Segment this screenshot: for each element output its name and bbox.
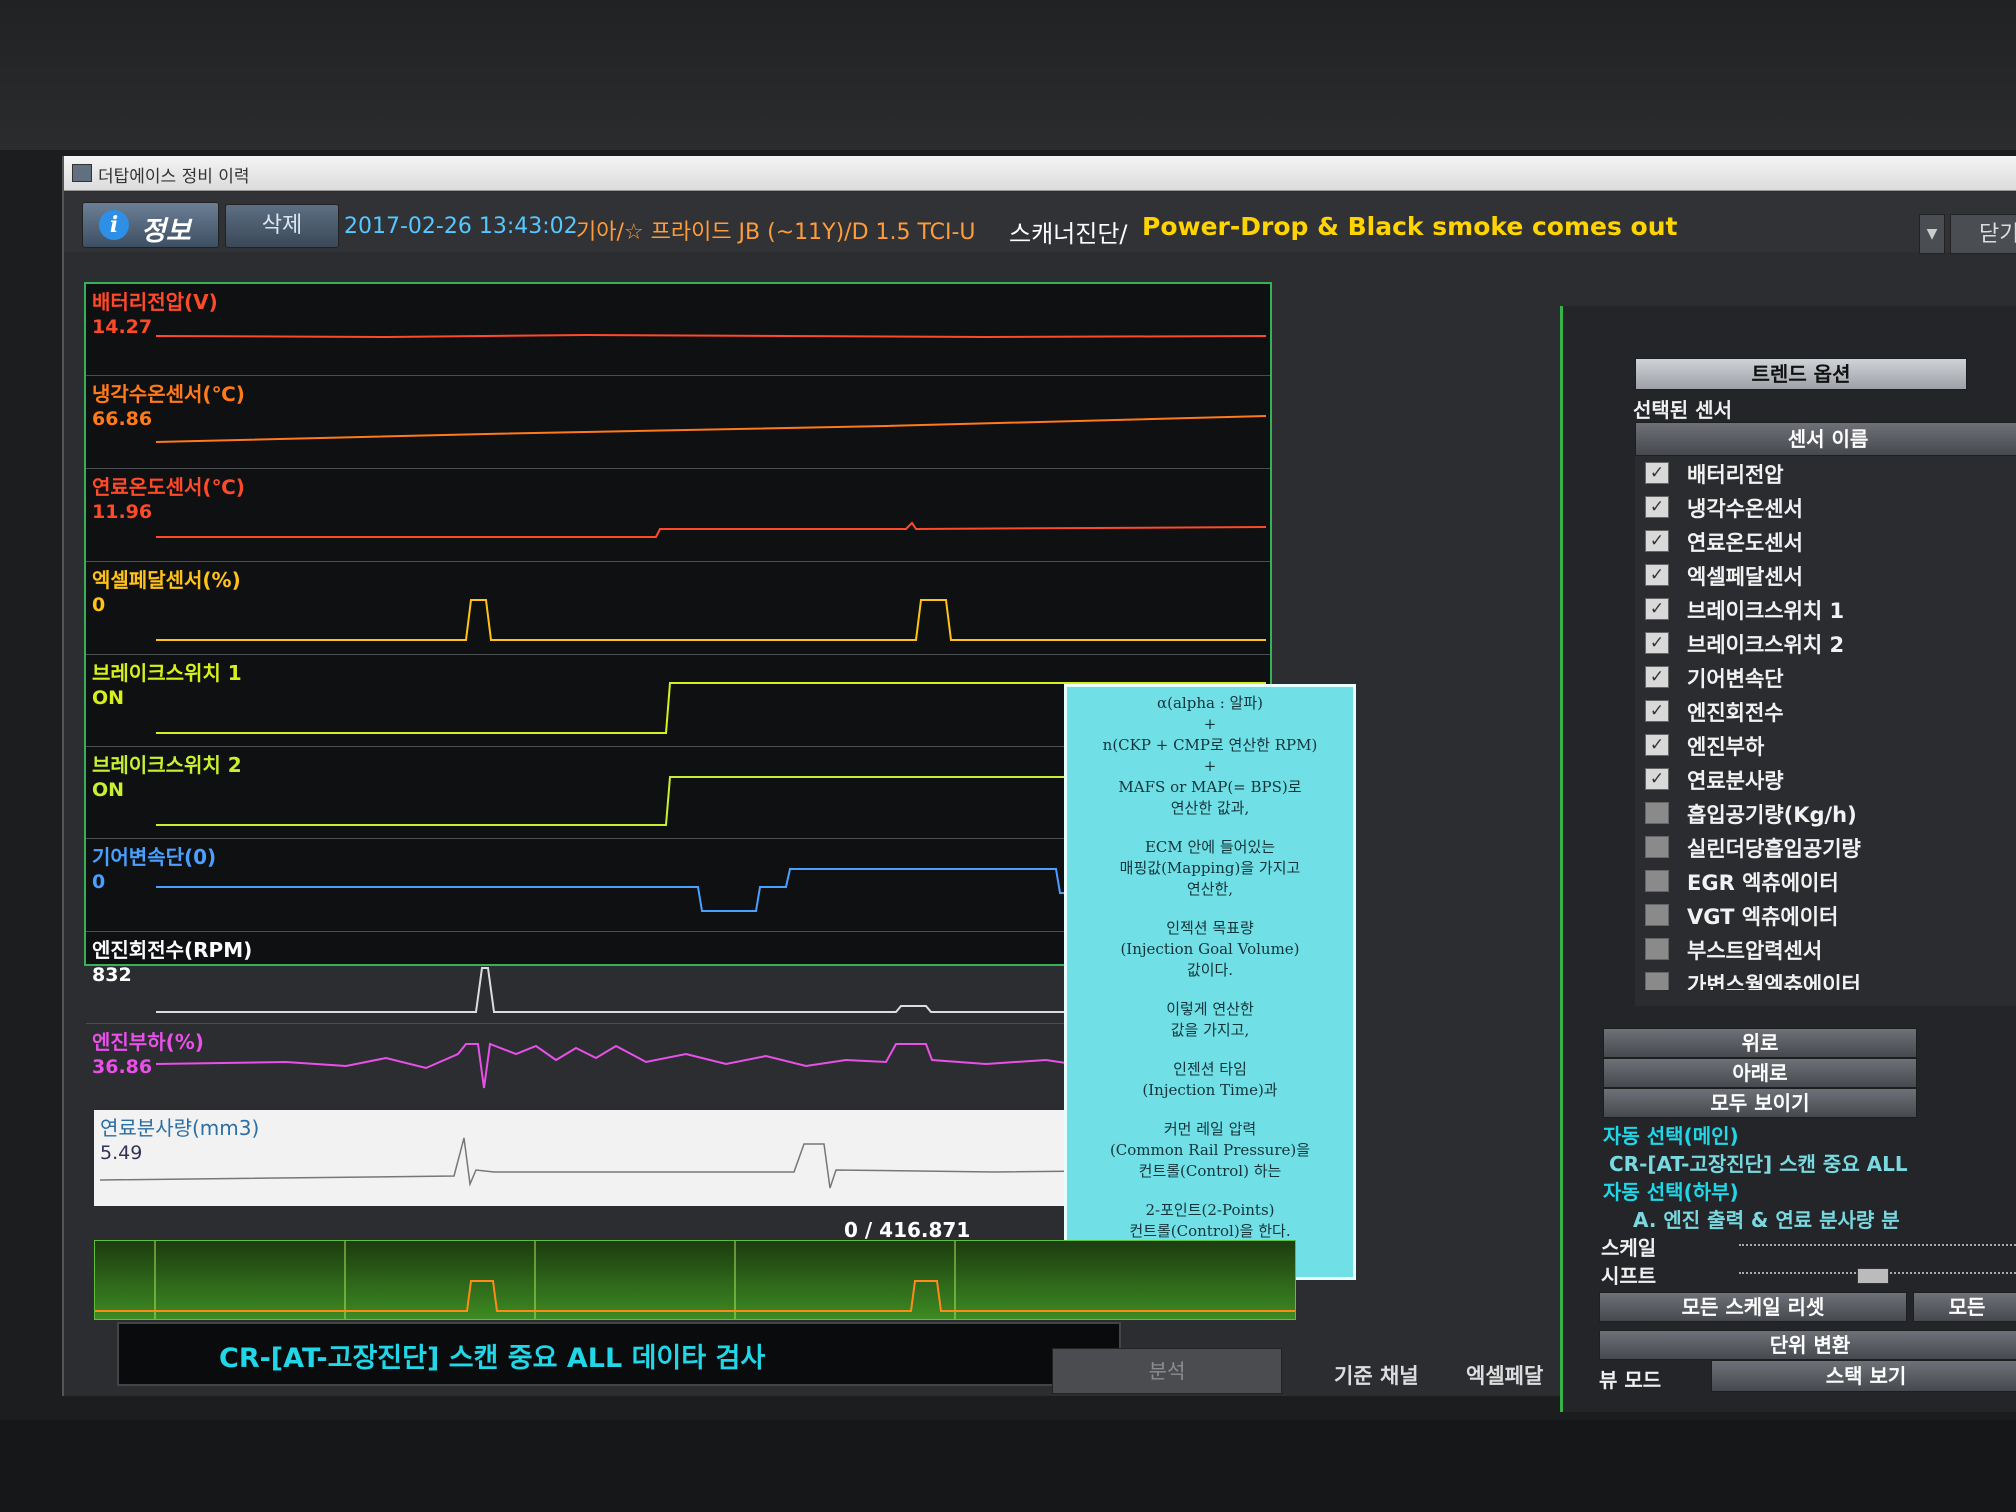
checkbox[interactable]: ✓: [1645, 496, 1669, 518]
shift-label: 시프트: [1601, 1264, 1657, 1288]
analyze-button[interactable]: 분석: [1052, 1348, 1282, 1394]
show-all-button[interactable]: 모두 보이기: [1603, 1088, 1917, 1118]
checkbox[interactable]: ✓: [1645, 734, 1669, 756]
injection-note-annotation: α(alpha : 알파) + n(CKP + CMP로 연산한 RPM) + …: [1064, 684, 1356, 1280]
delete-button[interactable]: 삭제: [225, 204, 339, 248]
reference-channel-label: 기준 채널: [1334, 1364, 1419, 1388]
channel-battery-voltage: 배터리전압(V) 14.27: [86, 284, 1270, 376]
monitor-bezel-top: [0, 0, 2016, 150]
auto-select-sub-value[interactable]: A. 엔진 출력 & 연료 분사량 분: [1633, 1204, 1900, 1233]
list-item[interactable]: ✓ 냉각수온센서: [1635, 490, 2016, 524]
accel-pedal-trace: [156, 599, 1266, 641]
battery-voltage-trace: [155, 333, 1267, 339]
coolant-temp-trace: [155, 415, 1267, 443]
note-paragraph: α(alpha : 알파) + n(CKP + CMP로 연산한 RPM) + …: [1102, 694, 1318, 817]
list-item[interactable]: ✓가변스월엑츄에이터: [1635, 966, 2016, 990]
checkbox[interactable]: ✓: [1645, 564, 1669, 586]
channel-accel-pedal: 엑셀페달센서(%) 0: [86, 562, 1270, 655]
checkbox[interactable]: ✓: [1645, 530, 1669, 552]
info-icon: i: [99, 210, 129, 240]
checkbox[interactable]: ✓: [1645, 904, 1669, 926]
overview-trace: [95, 1241, 1295, 1319]
record-category: 스캐너진단/: [1009, 220, 1128, 248]
chevron-down-icon: ▼: [1926, 226, 1938, 242]
all-button[interactable]: 모든: [1913, 1292, 2016, 1322]
list-item[interactable]: ✓ 배터리전압: [1635, 456, 2016, 490]
fuel-temp-trace: [156, 521, 1267, 538]
list-item[interactable]: ✓ 브레이크스위치 2: [1635, 626, 2016, 660]
list-item[interactable]: ✓실린더당흡입공기량: [1635, 830, 2016, 864]
move-down-button[interactable]: 아래로: [1603, 1058, 1917, 1088]
checkbox[interactable]: ✓: [1645, 462, 1669, 484]
info-button[interactable]: i 정보: [82, 202, 219, 248]
list-item[interactable]: ✓ 브레이크스위치 1: [1635, 592, 2016, 626]
sensor-list: ✓ 배터리전압 ✓ 냉각수온센서 ✓ 연료온도센서 ✓ 엑셀페달센서 ✓ 브레이크스위치 …: [1635, 456, 2016, 1006]
checkbox[interactable]: ✓: [1645, 598, 1669, 620]
reset-all-scales-button[interactable]: 모든 스케일 리셋: [1599, 1292, 1907, 1322]
record-toolbar: i 정보 삭제 2017-02-26 13:43:02 기아/☆ 프라이드 JB…: [64, 192, 2016, 254]
checkbox[interactable]: ✓: [1645, 700, 1669, 722]
channel-fuel-temp: 연료온도센서(℃) 11.96: [86, 469, 1270, 562]
note-paragraph: 2-포인트(2-Points) 컨트롤(Control)을 한다.: [1129, 1201, 1291, 1240]
list-item[interactable]: ✓ 엑셀페달센서: [1635, 558, 2016, 592]
auto-select-sub-label: 자동 선택(하부): [1603, 1180, 1739, 1204]
list-item[interactable]: ✓ 기어변속단: [1635, 660, 2016, 694]
list-item[interactable]: ✓흡입공기량(Kg/h): [1635, 796, 2016, 830]
list-item[interactable]: ✓ 연료온도센서: [1635, 524, 2016, 558]
position-readout: 0 / 416.871: [844, 1218, 971, 1242]
monitor-bezel-bottom: [0, 1420, 2016, 1512]
channel-coolant-temp: 냉각수온센서(℃) 66.86: [86, 376, 1270, 469]
checkbox[interactable]: ✓: [1645, 768, 1669, 790]
record-date: 2017-02-26 13:43:02: [344, 214, 578, 239]
status-bar: CR-[AT-고장진단] 스캔 중요 ALL 데이타 검사: [117, 1322, 1121, 1386]
auto-select-main-value[interactable]: CR-[AT-고장진단] 스캔 중요 ALL: [1609, 1148, 1908, 1177]
checkbox[interactable]: ✓: [1645, 938, 1669, 960]
title-bar: 더탑에이스 정비 이력: [64, 156, 2016, 191]
shift-slider-thumb[interactable]: [1857, 1268, 1889, 1284]
auto-select-main-label: 자동 선택(메인): [1603, 1124, 1739, 1148]
window-title: 더탑에이스 정비 이력: [98, 167, 250, 187]
view-mode-label: 뷰 모드: [1599, 1368, 1662, 1392]
move-up-button[interactable]: 위로: [1603, 1028, 1917, 1058]
note-paragraph: ECM 안에 들어있는 매핑값(Mapping)을 가지고 연산한,: [1119, 838, 1301, 898]
scale-label: 스케일: [1601, 1236, 1657, 1260]
note-paragraph: 커먼 레일 압력 (Common Rail Pressure)을 컨트롤(Con…: [1109, 1120, 1311, 1180]
record-description: Power-Drop & Black smoke comes out: [1142, 212, 1678, 241]
checkbox[interactable]: ✓: [1645, 836, 1669, 858]
list-item[interactable]: ✓VGT 엑츄에이터: [1635, 898, 2016, 932]
checkbox[interactable]: ✓: [1645, 870, 1669, 892]
note-paragraph: 인젝션 목표량 (Injection Goal Volume) 값이다.: [1120, 919, 1300, 979]
scale-slider[interactable]: [1739, 1244, 2016, 1250]
selected-sensor-label: 선택된 센서: [1633, 398, 1732, 422]
list-item[interactable]: ✓부스트압력센서: [1635, 932, 2016, 966]
close-button[interactable]: 닫기: [1950, 214, 2016, 254]
stack-view-button[interactable]: 스택 보기: [1711, 1360, 2016, 1392]
overview-timeline[interactable]: [94, 1240, 1296, 1320]
list-item[interactable]: ✓ 연료분사량: [1635, 762, 2016, 796]
record-vehicle: 기아/☆ 프라이드 JB (~11Y)/D 1.5 TCI-U: [576, 220, 976, 245]
record-dropdown-button[interactable]: ▼: [1919, 214, 1945, 254]
list-item[interactable]: ✓ 엔진부하: [1635, 728, 2016, 762]
list-item[interactable]: ✓ 엔진회전수: [1635, 694, 2016, 728]
trend-options-panel: 트렌드 옵션 선택된 센서 센서 이름 ✓ 배터리전압 ✓ 냉각수온센서 ✓ 연료온도…: [1560, 306, 2016, 1412]
checkbox[interactable]: ✓: [1645, 666, 1669, 688]
note-paragraph: 이렇게 연산한 값을 가지고,: [1166, 1000, 1254, 1039]
unit-convert-button[interactable]: 단위 변환: [1599, 1330, 2016, 1360]
app-icon: [72, 164, 92, 182]
checkbox[interactable]: ✓: [1645, 802, 1669, 824]
note-paragraph: 인젠션 타임 (Injection Time)과: [1142, 1060, 1278, 1099]
list-item[interactable]: ✓EGR 엑츄에이터: [1635, 864, 2016, 898]
sensor-name-header: 센서 이름: [1635, 422, 2016, 456]
reference-channel-value[interactable]: 엑셀페달: [1466, 1360, 1543, 1390]
trend-options-button[interactable]: 트렌드 옵션: [1635, 358, 1967, 390]
status-text: CR-[AT-고장진단] 스캔 중요 ALL 데이타 검사: [219, 1343, 766, 1374]
info-button-label: 정보: [141, 216, 191, 247]
checkbox[interactable]: ✓: [1645, 632, 1669, 654]
checkbox[interactable]: ✓: [1645, 972, 1669, 990]
